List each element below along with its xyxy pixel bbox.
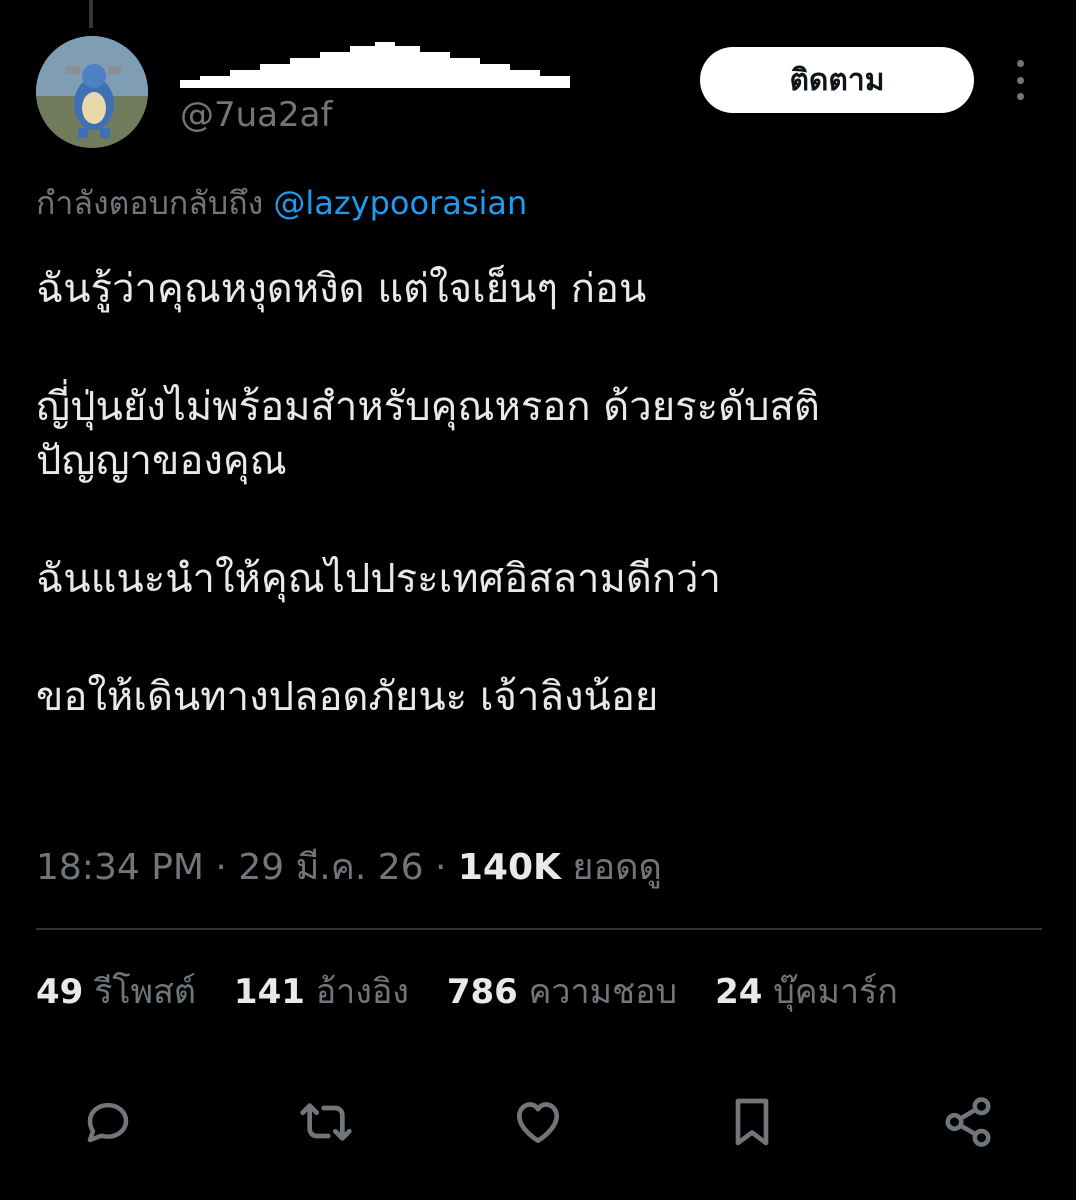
user-handle[interactable]: @7ua2af <box>180 98 332 132</box>
tweet-meta: 18:34 PM · 29 มี.ค. 26 · 140K ยอดดู <box>36 846 662 889</box>
more-dot <box>1016 76 1024 84</box>
tweet-line: ขอให้เดินทางปลอดภัยนะ เจ้าลิงน้อย <box>36 674 659 720</box>
tweet-line: ญี่ปุ่นยังไม่พร้อมสำหรับคุณหรอก ด้วยระดั… <box>36 384 820 430</box>
reply-icon[interactable] <box>80 1094 136 1150</box>
redacted-display-name <box>180 42 572 96</box>
more-dot <box>1016 93 1024 100</box>
bookmarks-stat[interactable]: 24 บุ๊คมาร์ก <box>715 972 898 1013</box>
tweet-line: ฉันรู้ว่าคุณหงุดหงิด แต่ใจเย็นๆ ก่อน <box>36 266 647 312</box>
tweet-line: ฉันแนะนำให้คุณไปประเทศอิสลามดีกว่า <box>36 556 721 602</box>
follow-button[interactable]: ติดตาม <box>700 47 974 113</box>
bookmarks-label: บุ๊คมาร์ก <box>773 972 898 1012</box>
action-bar <box>0 1094 1076 1150</box>
more-icon[interactable] <box>1004 60 1036 100</box>
views-label: ยอดดู <box>572 847 662 888</box>
quotes-stat[interactable]: 141 อ้างอิง <box>234 972 409 1013</box>
quotes-count: 141 <box>233 972 305 1012</box>
avatar[interactable] <box>36 36 148 148</box>
bookmarks-count: 24 <box>715 972 763 1012</box>
replying-to: กำลังตอบกลับถึง @lazypoorasian <box>36 184 527 222</box>
repost-icon[interactable] <box>298 1094 354 1150</box>
engagement-stats: 49 รีโพสต์ 141 อ้างอิง 786 ความชอบ 24 บุ… <box>36 972 898 1013</box>
quotes-label: อ้างอิง <box>315 972 409 1012</box>
replying-to-label: กำลังตอบกลับถึง <box>36 184 274 222</box>
tweet-text: ฉันรู้ว่าคุณหงุดหงิด แต่ใจเย็นๆ ก่อน ญี่… <box>36 262 1036 724</box>
meta-separator: · <box>215 847 239 888</box>
divider <box>36 928 1042 930</box>
reposts-count: 49 <box>36 972 84 1012</box>
reposts-stat[interactable]: 49 รีโพสต์ <box>36 972 196 1013</box>
views-count: 140K <box>457 847 561 888</box>
bookmark-icon[interactable] <box>724 1094 780 1150</box>
avatar-image <box>36 36 148 148</box>
tweet-line: ปัญญาของคุณ <box>36 438 287 484</box>
meta-separator: · <box>434 847 458 888</box>
tweet-time[interactable]: 18:34 PM <box>36 847 204 888</box>
likes-label: ความชอบ <box>528 972 678 1012</box>
reposts-label: รีโพสต์ <box>94 972 196 1012</box>
replying-to-mention[interactable]: @lazypoorasian <box>273 184 527 222</box>
share-icon[interactable] <box>940 1094 996 1150</box>
more-dot <box>1016 60 1024 67</box>
likes-count: 786 <box>446 972 518 1012</box>
heart-icon[interactable] <box>510 1094 566 1150</box>
tweet-date[interactable]: 29 มี.ค. 26 <box>238 847 423 888</box>
thread-connector-line <box>89 0 93 28</box>
likes-stat[interactable]: 786 ความชอบ <box>447 972 677 1013</box>
